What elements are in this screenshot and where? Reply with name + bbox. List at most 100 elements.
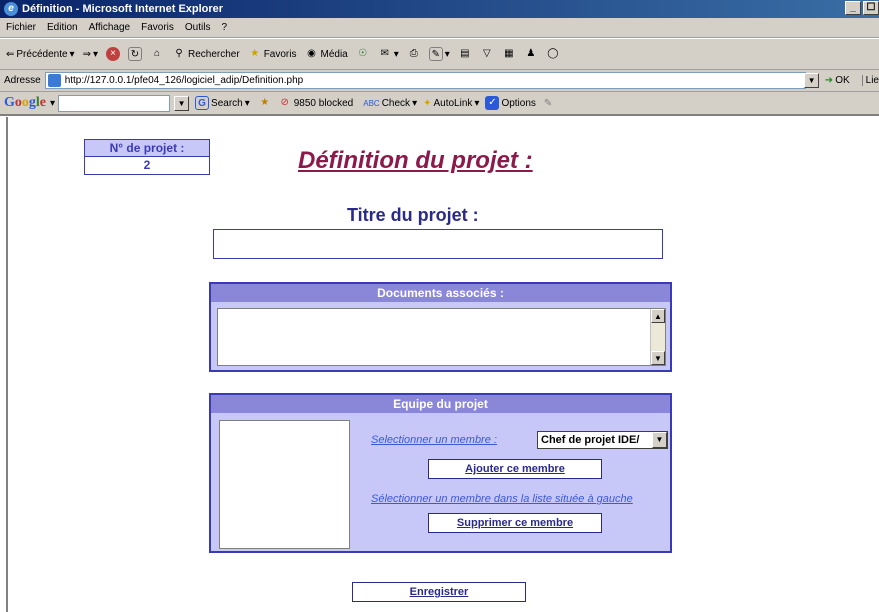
chevron-down-icon: ▾ xyxy=(69,48,75,60)
options-icon: ✓ xyxy=(485,96,500,110)
project-number-box: N° de projet : 2 xyxy=(84,139,210,175)
documents-textarea[interactable]: ▲ ▼ xyxy=(217,308,666,366)
highlight-icon[interactable]: ✎ xyxy=(544,98,552,109)
go-arrow-icon: ➜ xyxy=(824,75,834,86)
team-header: Equipe du projet xyxy=(211,395,670,413)
ie-icon: e xyxy=(4,2,18,16)
google-toolbar: Google ▾ ▼ G Search ▾ ★ ⊘ 9850 blocked A… xyxy=(0,92,879,116)
filter-icon: ▽ xyxy=(482,48,491,59)
autolink-icon: ✦ xyxy=(423,97,432,109)
google-search-dropdown[interactable]: ▼ xyxy=(174,95,190,111)
news-icon[interactable]: ★ xyxy=(258,96,272,110)
options-button[interactable]: ✓ Options xyxy=(485,96,536,110)
document-icon: ▤ xyxy=(460,48,470,59)
team-members-list[interactable] xyxy=(219,420,350,549)
google-logo[interactable]: Google xyxy=(4,95,46,111)
home-button[interactable]: ⌂ xyxy=(150,47,164,61)
select-member-label: Selectionner un membre : xyxy=(371,434,497,446)
menu-outils[interactable]: Outils xyxy=(185,22,211,33)
spellcheck-icon: ABC xyxy=(363,98,380,108)
remove-member-button[interactable]: Supprimer ce membre xyxy=(428,513,602,533)
refresh-icon: ↻ xyxy=(128,47,142,61)
mail-icon: ✉ xyxy=(380,48,389,59)
google-search-label: Search xyxy=(211,97,243,109)
google-g-icon: G xyxy=(195,96,210,110)
window-title: Définition - Microsoft Internet Explorer xyxy=(22,3,224,15)
window-titlebar: e Définition - Microsoft Internet Explor… xyxy=(0,0,879,18)
address-input[interactable]: http://127.0.0.1/pfe04_126/logiciel_adip… xyxy=(44,72,807,89)
chevron-down-icon: ▾ xyxy=(444,48,450,60)
print-icon: ⎙ xyxy=(409,48,418,59)
menu-help[interactable]: ? xyxy=(221,22,227,33)
scroll-up-icon[interactable]: ▲ xyxy=(651,309,665,323)
address-label: Adresse xyxy=(4,75,41,86)
options-label: Options xyxy=(501,97,536,109)
media-icon: ◉ xyxy=(307,48,316,59)
refresh-button[interactable]: ↻ xyxy=(128,47,142,61)
search-icon: ⚲ xyxy=(175,48,183,59)
search-label: Rechercher xyxy=(188,48,240,60)
address-dropdown-button[interactable]: ▼ xyxy=(804,73,819,88)
page-icon xyxy=(47,74,61,87)
project-number-value: 2 xyxy=(85,157,209,174)
add-member-button[interactable]: Ajouter ce membre xyxy=(428,459,602,479)
member-select[interactable]: Chef de projet IDE/ ▼ xyxy=(537,431,668,449)
stop-button[interactable]: × xyxy=(106,47,120,61)
minimize-button[interactable]: _ xyxy=(845,1,861,15)
project-title-input[interactable] xyxy=(213,229,663,259)
edit-button[interactable]: ✎ ▾ xyxy=(428,47,450,61)
filter-button[interactable]: ▽ xyxy=(480,47,494,61)
team-panel: Equipe du projet Selectionner un membre … xyxy=(209,393,672,553)
google-search-button[interactable]: G Search ▾ xyxy=(195,96,250,110)
popup-blocker-icon: ⊘ xyxy=(280,97,289,108)
project-title-label: Titre du projet : xyxy=(347,205,479,225)
menu-fichier[interactable]: Fichier xyxy=(6,22,36,33)
search-button[interactable]: ⚲ Rechercher xyxy=(172,47,240,61)
address-url: http://127.0.0.1/pfe04_126/logiciel_adip… xyxy=(64,75,304,86)
edit-icon: ✎ xyxy=(428,47,443,61)
chevron-down-icon: ▾ xyxy=(92,48,98,60)
documents-scrollbar[interactable]: ▲ ▼ xyxy=(650,309,665,365)
back-arrow-icon: ⇐ xyxy=(6,48,15,60)
chevron-down-icon[interactable]: ▼ xyxy=(652,432,667,448)
chat-button[interactable]: ◯ xyxy=(546,47,560,61)
messenger-icon: ♟ xyxy=(526,48,536,59)
address-bar: Adresse http://127.0.0.1/pfe04_126/logic… xyxy=(0,70,879,92)
menu-favoris[interactable]: Favoris xyxy=(141,22,174,33)
media-button[interactable]: ◉ Média xyxy=(305,47,348,61)
chevron-down-icon: ▾ xyxy=(412,97,418,109)
spell-check-button[interactable]: ABC Check ▾ xyxy=(363,98,417,109)
grid-icon: ▦ xyxy=(504,48,514,59)
chevron-down-icon[interactable]: ▾ xyxy=(50,98,55,109)
autolink-button[interactable]: ✦ AutoLink ▾ xyxy=(423,98,479,109)
member-select-value: Chef de projet IDE/ xyxy=(541,434,640,446)
menu-affichage[interactable]: Affichage xyxy=(89,22,131,33)
home-icon: ⌂ xyxy=(153,48,161,59)
blocked-count: 9850 blocked xyxy=(293,97,354,109)
research-button[interactable]: ▦ xyxy=(502,47,516,61)
links-label[interactable]: Lie xyxy=(861,75,879,86)
back-button[interactable]: ⇐ Précédente ▾ xyxy=(6,49,75,60)
messenger-button[interactable]: ♟ xyxy=(524,47,538,61)
maximize-button[interactable]: ☐ xyxy=(863,1,879,15)
select-left-label: Sélectionner un membre dans la liste sit… xyxy=(371,493,633,505)
history-icon: ☉ xyxy=(358,48,368,59)
forward-arrow-icon: ⇒ xyxy=(82,48,91,60)
back-label: Précédente xyxy=(16,48,68,60)
menu-edition[interactable]: Edition xyxy=(47,22,78,33)
discuss-button[interactable]: ▤ xyxy=(458,47,472,61)
popup-blocker-button[interactable]: ⊘ 9850 blocked xyxy=(278,96,354,110)
chat-icon: ◯ xyxy=(547,48,559,59)
mail-button[interactable]: ✉ ▾ xyxy=(378,47,399,61)
scroll-down-icon[interactable]: ▼ xyxy=(651,351,665,365)
go-label: OK xyxy=(835,75,850,86)
favorites-button[interactable]: ★ Favoris xyxy=(248,47,296,61)
save-button[interactable]: Enregistrer xyxy=(352,582,526,602)
go-button[interactable]: ➜ OK xyxy=(825,75,850,86)
google-search-input[interactable] xyxy=(58,94,171,112)
page-title: Définition du projet : xyxy=(298,147,533,174)
print-button[interactable]: ⎙ xyxy=(407,47,421,61)
documents-header: Documents associés : xyxy=(211,284,670,302)
forward-button[interactable]: ⇒ ▾ xyxy=(83,49,98,60)
history-button[interactable]: ☉ xyxy=(356,47,370,61)
